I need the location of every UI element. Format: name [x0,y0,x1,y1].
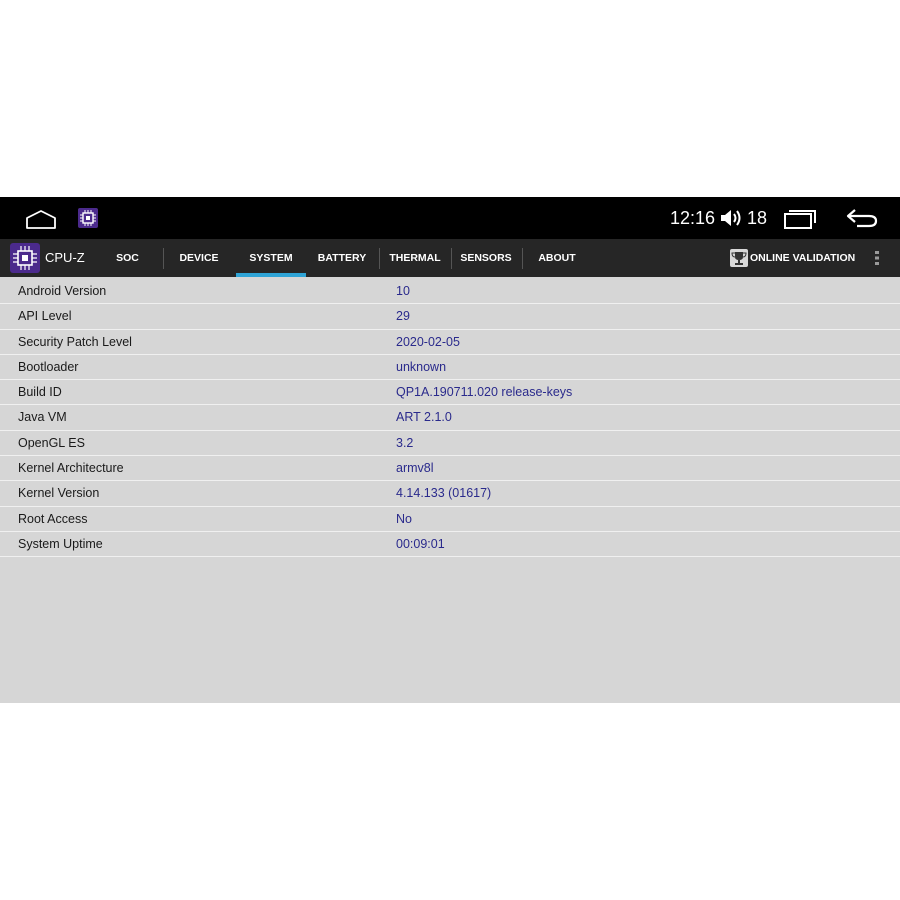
system-bar: 12:16 18 [0,197,900,239]
tab-divider [451,248,452,269]
row-label: Java VM [18,410,67,425]
row-value: armv8l [396,461,434,476]
tab-soc[interactable]: SOC [100,239,155,277]
recents-icon[interactable] [783,209,817,229]
row-value: 2020-02-05 [396,334,460,349]
row-label: API Level [18,309,72,324]
row-value: No [396,511,412,526]
row-label: Bootloader [18,359,79,374]
row-label: System Uptime [18,536,103,551]
row-label: Kernel Architecture [18,461,124,476]
row-value: QP1A.190711.020 release-keys [396,385,573,400]
home-icon[interactable] [26,209,56,229]
table-row: Build ID QP1A.190711.020 release-keys [0,380,900,406]
clock: 12:16 [670,208,716,228]
overflow-menu-icon[interactable] [870,250,884,266]
table-row: Java VM ART 2.1.0 [0,405,900,431]
tab-system[interactable]: SYSTEM [236,239,306,277]
row-value: ART 2.1.0 [396,410,452,425]
row-label: Root Access [18,511,88,526]
tab-divider [163,248,164,269]
row-label: Kernel Version [18,486,100,501]
row-label: Build ID [18,385,62,400]
table-row: Bootloader unknown [0,355,900,381]
tab-divider [379,248,380,269]
table-row: API Level 29 [0,304,900,330]
row-value: 4.14.133 (01617) [396,486,492,501]
system-info-table: Android Version 10 API Level 29 Security… [0,279,900,558]
row-value: 10 [396,284,410,298]
row-value: 00:09:01 [396,536,445,551]
row-value: 29 [396,309,410,324]
app-screen: 12:16 18 CPU-Z SOC DEVICE SYSTEM BATTERY [0,197,900,703]
tab-device[interactable]: DEVICE [166,239,232,277]
row-label: Security Patch Level [18,334,132,349]
table-row: Root Access No [0,507,900,532]
table-row: OpenGL ES 3.2 [0,431,900,457]
tab-thermal[interactable]: THERMAL [382,239,448,277]
tab-battery[interactable]: BATTERY [308,239,376,277]
app-tab-bar: CPU-Z SOC DEVICE SYSTEM BATTERY THERMAL … [0,239,900,277]
volume-level: 18 [747,208,768,228]
cpu-z-logo-icon [10,243,40,273]
app-title: CPU-Z [45,250,85,265]
table-row: Kernel Architecture armv8l [0,456,900,482]
back-icon[interactable] [845,207,879,229]
online-validation-label: ONLINE VALIDATION [750,252,856,264]
table-row: Kernel Version 4.14.133 (01617) [0,481,900,507]
tab-sensors[interactable]: SENSORS [454,239,518,277]
table-row: System Uptime 00:09:01 [0,532,900,558]
volume-icon[interactable] [719,207,743,229]
table-row: Security Patch Level 2020-02-05 [0,330,900,355]
tab-divider [522,248,523,269]
row-value: unknown [396,359,447,374]
cpu-z-app-icon [78,208,98,228]
trophy-icon [730,249,748,267]
row-label: Android Version [18,284,107,298]
table-row: Android Version 10 [0,279,900,305]
row-value: 3.2 [396,435,414,450]
row-label: OpenGL ES [18,435,85,450]
tab-about[interactable]: ABOUT [525,239,589,277]
